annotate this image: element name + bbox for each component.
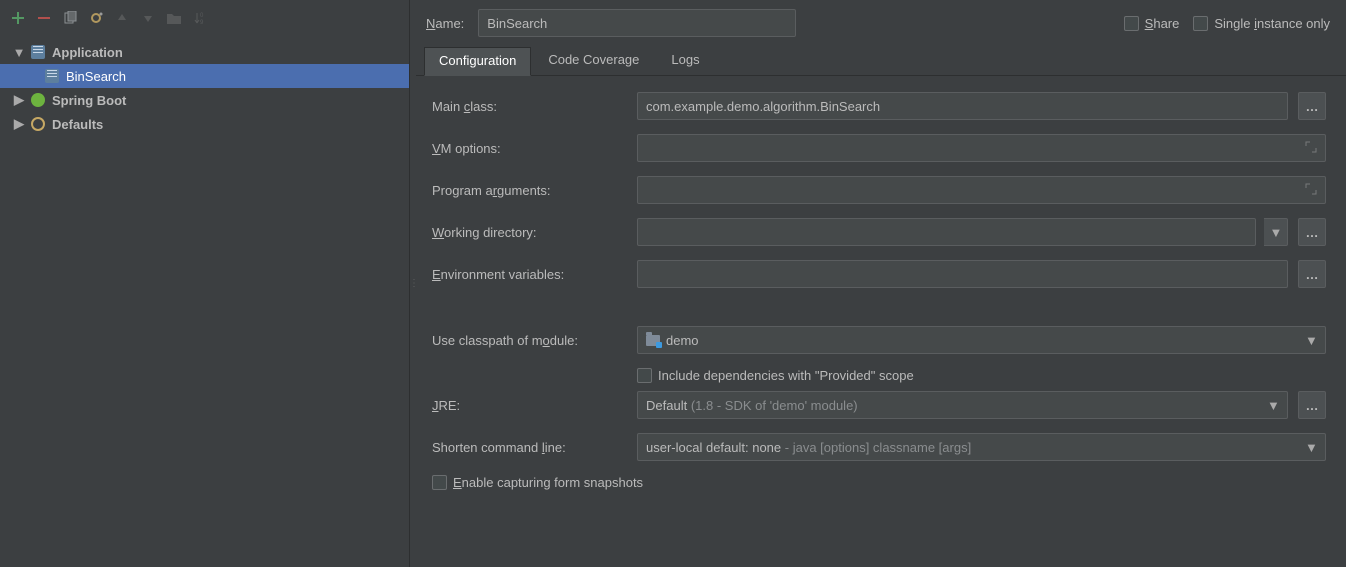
sidebar-toolbar: 09 [0,0,409,36]
expand-icon[interactable] [1302,181,1320,197]
gear-icon [30,116,46,132]
config-tree: ▼ Application BinSearch ▶ Spring Boot ▶ … [0,36,409,567]
tree-node-defaults[interactable]: ▶ Defaults [0,112,409,136]
checkbox-icon [637,368,652,383]
tree-label: Defaults [52,117,103,132]
main-class-input[interactable] [637,92,1288,120]
checkbox-icon [432,475,447,490]
program-args-input[interactable] [637,176,1326,204]
tree-node-binsearch[interactable]: BinSearch [0,64,409,88]
share-checkbox[interactable]: Share [1124,16,1180,31]
collapse-arrow-icon: ▶ [14,92,24,108]
add-icon[interactable] [10,10,26,26]
shorten-cmdline-label: Shorten command line: [432,440,627,455]
copy-icon[interactable] [62,10,78,26]
application-icon [44,68,60,84]
shorten-cmdline-select[interactable]: user-local default: none - java [options… [637,433,1326,461]
env-vars-input[interactable] [637,260,1288,288]
include-provided-label: Include dependencies with "Provided" sco… [658,368,914,383]
tree-node-application[interactable]: ▼ Application [0,40,409,64]
tree-node-springboot[interactable]: ▶ Spring Boot [0,88,409,112]
browse-jre-button[interactable]: … [1298,391,1326,419]
module-icon [646,335,660,346]
jre-hint: (1.8 - SDK of 'demo' module) [687,398,857,413]
tree-label: BinSearch [66,69,126,84]
remove-icon[interactable] [36,10,52,26]
top-row: Name: Share Single instance only [416,0,1346,46]
env-vars-label: Environment variables: [432,267,627,282]
include-provided-checkbox[interactable]: Include dependencies with "Provided" sco… [637,368,914,383]
shorten-value: user-local default: none [646,440,781,455]
settings-icon[interactable] [88,10,104,26]
enable-snapshots-checkbox[interactable]: Enable capturing form snapshots [432,475,643,490]
vm-options-input[interactable] [637,134,1326,162]
spring-icon [30,92,46,108]
main-panel: Name: Share Single instance only Configu… [416,0,1346,567]
sort-icon: 09 [192,10,208,26]
chevron-down-icon: ▼ [1305,440,1317,455]
browse-working-dir-button[interactable]: … [1298,218,1326,246]
chevron-down-icon: ▼ [1267,398,1279,413]
name-label: Name: [426,16,464,31]
tab-logs[interactable]: Logs [656,46,714,75]
working-dir-dropdown[interactable]: ▼ [1264,218,1288,246]
tree-label: Application [52,45,123,60]
configuration-form: Main class: … VM options: Program argume… [416,76,1346,567]
config-tree-panel: 09 ▼ Application BinSearch ▶ Spring Boot… [0,0,410,567]
browse-main-class-button[interactable]: … [1298,92,1326,120]
collapse-arrow-icon: ▶ [14,116,24,132]
tab-bar: Configuration Code Coverage Logs [416,46,1346,76]
checkbox-icon [1193,16,1208,31]
expand-arrow-icon: ▼ [14,45,24,60]
shorten-hint: - java [options] classname [args] [781,440,971,455]
checkbox-icon [1124,16,1139,31]
move-up-icon [114,10,130,26]
vm-options-label: VM options: [432,141,627,156]
folder-icon [166,10,182,26]
classpath-label: Use classpath of module: [432,333,627,348]
browse-env-vars-button[interactable]: … [1298,260,1326,288]
svg-text:9: 9 [200,20,204,25]
working-dir-label: Working directory: [432,225,627,240]
enable-snapshots-label: Enable capturing form snapshots [453,475,643,490]
move-down-icon [140,10,156,26]
name-input[interactable] [478,9,796,37]
working-dir-input[interactable] [637,218,1256,246]
application-icon [30,44,46,60]
single-instance-checkbox[interactable]: Single instance only [1193,16,1330,31]
main-class-label: Main class: [432,99,627,114]
classpath-module-select[interactable]: demo ▼ [637,326,1326,354]
jre-select[interactable]: Default (1.8 - SDK of 'demo' module) ▼ [637,391,1288,419]
single-instance-label: Single instance only [1214,16,1330,31]
share-label: Share [1145,16,1180,31]
chevron-down-icon: ▼ [1305,333,1317,348]
tab-configuration[interactable]: Configuration [424,47,531,76]
jre-label: JRE: [432,398,627,413]
expand-icon[interactable] [1302,139,1320,155]
svg-text:0: 0 [200,13,204,19]
tree-label: Spring Boot [52,93,126,108]
program-args-label: Program arguments: [432,183,627,198]
tab-code-coverage[interactable]: Code Coverage [533,46,654,75]
classpath-value: demo [666,333,699,348]
jre-value: Default [646,398,687,413]
